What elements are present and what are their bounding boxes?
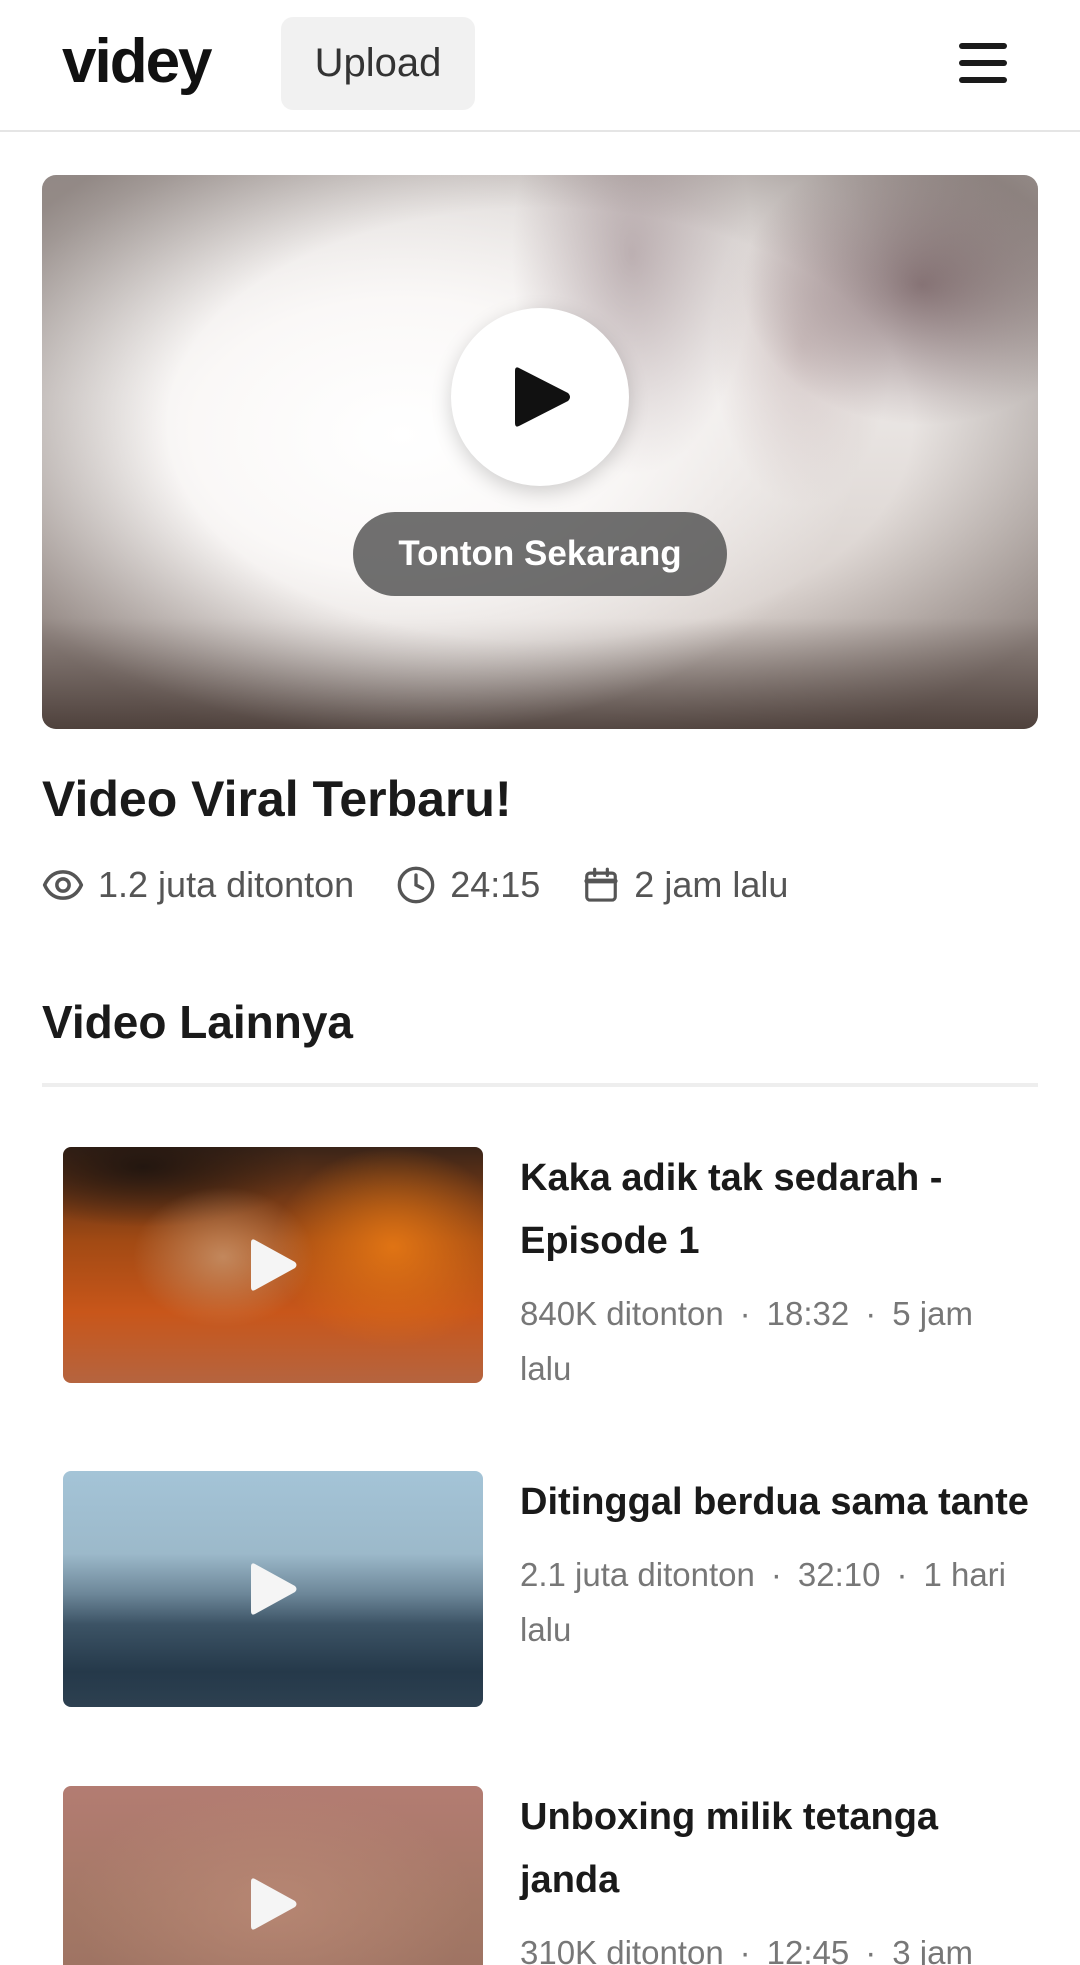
- play-icon: [251, 1563, 297, 1615]
- video-views: 2.1 juta ditonton: [520, 1556, 755, 1593]
- video-views: 840K ditonton: [520, 1295, 724, 1332]
- featured-video-player[interactable]: Tonton Sekarang: [42, 175, 1038, 729]
- video-thumbnail[interactable]: [63, 1147, 483, 1383]
- watch-now-button[interactable]: Tonton Sekarang: [353, 512, 727, 596]
- upload-button[interactable]: Upload: [281, 17, 475, 110]
- video-thumbnail[interactable]: [63, 1471, 483, 1707]
- duration-meta: 24:15: [396, 864, 540, 906]
- featured-video-meta: 1.2 juta ditonton 24:15 2 jam lalu: [42, 860, 830, 910]
- video-list-item[interactable]: Kaka adik tak sedarah - Episode 1 840K d…: [63, 1147, 1033, 1397]
- video-list-item[interactable]: Ditinggal berdua sama tante 2.1 juta dit…: [63, 1471, 1033, 1721]
- separator-dot: ·: [739, 1934, 751, 1965]
- separator-dot: ·: [770, 1556, 782, 1593]
- play-icon: [515, 367, 570, 427]
- section-divider: [42, 1083, 1038, 1087]
- separator-dot: ·: [865, 1934, 877, 1965]
- play-icon: [251, 1878, 297, 1930]
- video-meta: 840K ditonton · 18:32 · 5 jam lalu: [520, 1286, 1030, 1396]
- date-text: 2 jam lalu: [634, 864, 789, 905]
- video-meta: 2.1 juta ditonton · 32:10 · 1 hari lalu: [520, 1547, 1030, 1657]
- hamburger-menu-icon[interactable]: [946, 30, 1020, 96]
- video-date: 3 jam: [892, 1934, 973, 1965]
- clock-icon: [397, 866, 435, 904]
- video-title[interactable]: Kaka adik tak sedarah - Episode 1: [520, 1147, 1030, 1273]
- video-views: 310K ditonton: [520, 1934, 724, 1965]
- play-icon: [251, 1239, 297, 1291]
- video-title[interactable]: Unboxing milik tetanga janda: [520, 1786, 1030, 1912]
- calendar-icon: [584, 867, 618, 902]
- separator-dot: ·: [865, 1295, 877, 1332]
- views-text: 1.2 juta ditonton: [98, 864, 355, 905]
- video-meta: 310K ditonton · 12:45 · 3 jam: [520, 1925, 1030, 1965]
- video-duration: 12:45: [766, 1934, 850, 1965]
- video-thumbnail[interactable]: [63, 1786, 483, 1965]
- video-duration: 32:10: [797, 1556, 881, 1593]
- video-title[interactable]: Ditinggal berdua sama tante: [520, 1471, 1030, 1534]
- date-meta: 2 jam lalu: [582, 864, 788, 906]
- separator-dot: ·: [896, 1556, 908, 1593]
- menu-bar: [959, 43, 1007, 49]
- views-meta: 1.2 juta ditonton: [42, 864, 354, 906]
- separator-dot: ·: [739, 1295, 751, 1332]
- top-header: videy Upload: [0, 0, 1080, 132]
- eye-icon: [42, 870, 84, 900]
- duration-text: 24:15: [450, 864, 541, 905]
- section-title: Video Lainnya: [42, 996, 354, 1048]
- videy-logo[interactable]: videy: [62, 24, 213, 100]
- featured-video-title: Video Viral Terbaru!: [42, 771, 512, 827]
- menu-bar: [959, 77, 1007, 83]
- play-button[interactable]: [451, 308, 629, 486]
- video-duration: 18:32: [766, 1295, 850, 1332]
- video-list-item[interactable]: Unboxing milik tetanga janda 310K ditont…: [63, 1786, 1033, 1965]
- menu-bar: [959, 60, 1007, 66]
